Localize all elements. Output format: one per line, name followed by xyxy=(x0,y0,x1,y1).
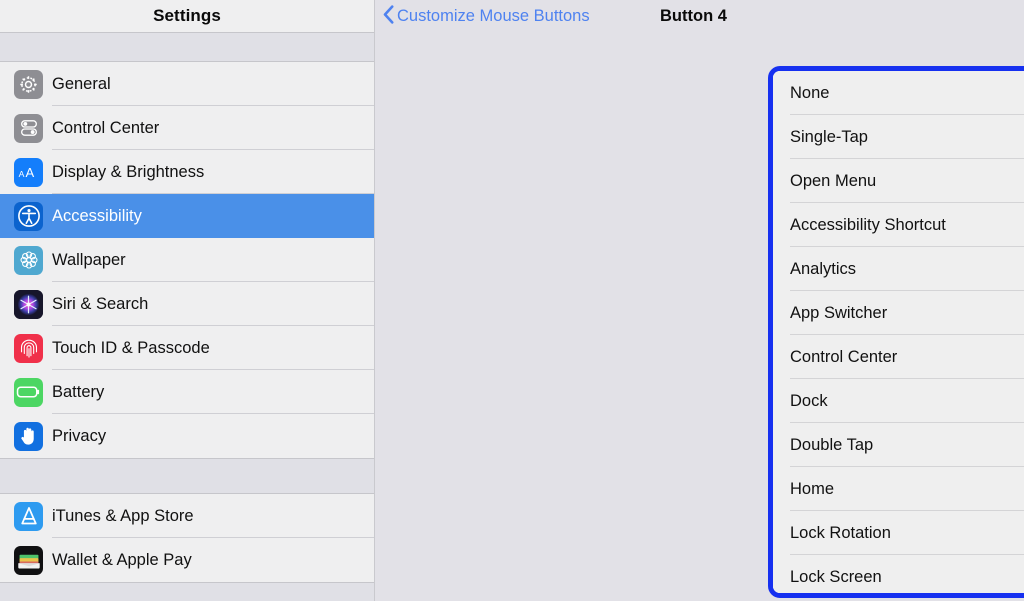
mouse-button-action-list[interactable]: None Single-Tap Open Menu Accessibility Sh… xyxy=(773,71,1024,593)
sidebar-item-siri-search[interactable]: Siri & Search xyxy=(0,282,374,326)
back-button[interactable]: Customize Mouse Buttons xyxy=(379,5,590,28)
sidebar-title: Settings xyxy=(153,6,221,26)
svg-text:A: A xyxy=(18,169,24,179)
sidebar-item-label: iTunes & App Store xyxy=(52,507,194,526)
settings-split-view: Settings General Control Center A A Displ… xyxy=(0,0,1024,601)
siri-icon xyxy=(14,290,43,319)
sidebar-item-label: Wallpaper xyxy=(52,251,126,270)
option-label: App Switcher xyxy=(790,304,1024,323)
app-store-icon xyxy=(14,502,43,531)
fingerprint-icon xyxy=(14,334,43,363)
navigation-bar: Customize Mouse Buttons Button 4 xyxy=(375,0,1024,33)
option-label: Lock Rotation xyxy=(790,524,1024,543)
option-label: None xyxy=(790,84,1024,103)
sidebar-gap-middle xyxy=(0,458,374,494)
toggles-icon xyxy=(14,114,43,143)
option-row[interactable]: Dock xyxy=(773,379,1024,423)
option-label: Open Menu xyxy=(790,172,1024,191)
sidebar-item-label: Privacy xyxy=(52,427,106,446)
sidebar-item-itunes-app-store[interactable]: iTunes & App Store xyxy=(0,494,374,538)
detail-pane: Customize Mouse Buttons Button 4 None Si… xyxy=(375,0,1024,601)
flower-icon xyxy=(14,246,43,275)
sidebar-item-label: Accessibility xyxy=(52,207,142,226)
option-row[interactable]: App Switcher xyxy=(773,291,1024,335)
option-row[interactable]: Accessibility Shortcut xyxy=(773,203,1024,247)
option-label: Single-Tap xyxy=(790,128,1024,147)
accessibility-icon xyxy=(14,202,43,231)
option-row[interactable]: Control Center xyxy=(773,335,1024,379)
option-row[interactable]: Home xyxy=(773,467,1024,511)
sidebar-item-battery[interactable]: Battery xyxy=(0,370,374,414)
page-title: Button 4 xyxy=(660,0,727,33)
sidebar-item-label: Display & Brightness xyxy=(52,163,204,182)
option-row[interactable]: Open Menu xyxy=(773,159,1024,203)
sidebar-item-label: Siri & Search xyxy=(52,295,148,314)
sidebar-group-primary: General Control Center A A Display & Brig… xyxy=(0,62,374,458)
battery-icon xyxy=(14,378,43,407)
back-button-label: Customize Mouse Buttons xyxy=(397,8,590,25)
sidebar-item-general[interactable]: General xyxy=(0,62,374,106)
hand-icon xyxy=(14,422,43,451)
option-label: Home xyxy=(790,480,1024,499)
option-label: Lock Screen xyxy=(790,568,1024,587)
option-row[interactable]: Lock Rotation xyxy=(773,511,1024,555)
option-row[interactable]: Lock Screen xyxy=(773,555,1024,593)
sidebar-item-accessibility[interactable]: Accessibility xyxy=(0,194,374,238)
sidebar-item-privacy[interactable]: Privacy xyxy=(0,414,374,458)
settings-sidebar: Settings General Control Center A A Displ… xyxy=(0,0,375,601)
option-label: Accessibility Shortcut xyxy=(790,216,1024,235)
option-label: Control Center xyxy=(790,348,1024,367)
sidebar-item-label: Battery xyxy=(52,383,104,402)
sidebar-header: Settings xyxy=(0,0,374,33)
sidebar-item-display-brightness[interactable]: A A Display & Brightness xyxy=(0,150,374,194)
sidebar-item-control-center[interactable]: Control Center xyxy=(0,106,374,150)
sidebar-item-wallpaper[interactable]: Wallpaper xyxy=(0,238,374,282)
svg-text:A: A xyxy=(25,165,34,180)
gear-icon xyxy=(14,70,43,99)
option-row[interactable]: Analytics xyxy=(773,247,1024,291)
options-focus-ring: None Single-Tap Open Menu Accessibility Sh… xyxy=(768,66,1024,598)
sidebar-item-label: Wallet & Apple Pay xyxy=(52,551,192,570)
chevron-left-icon xyxy=(383,5,394,28)
option-label: Analytics xyxy=(790,260,1024,279)
wallet-icon xyxy=(14,546,43,575)
option-label: Dock xyxy=(790,392,1024,411)
sidebar-item-label: General xyxy=(52,75,111,94)
option-row[interactable]: Double Tap xyxy=(773,423,1024,467)
option-row[interactable]: Single-Tap xyxy=(773,115,1024,159)
sidebar-item-wallet-apple-pay[interactable]: Wallet & Apple Pay xyxy=(0,538,374,582)
sidebar-item-label: Touch ID & Passcode xyxy=(52,339,210,358)
sidebar-item-touch-id-passcode[interactable]: Touch ID & Passcode xyxy=(0,326,374,370)
aa-text-icon: A A xyxy=(14,158,43,187)
option-row[interactable]: None xyxy=(773,71,1024,115)
sidebar-group-secondary: iTunes & App Store Wallet & Apple Pay xyxy=(0,494,374,582)
sidebar-gap-bottom xyxy=(0,582,374,601)
sidebar-item-label: Control Center xyxy=(52,119,159,138)
sidebar-gap-top xyxy=(0,33,374,62)
option-label: Double Tap xyxy=(790,436,1024,455)
